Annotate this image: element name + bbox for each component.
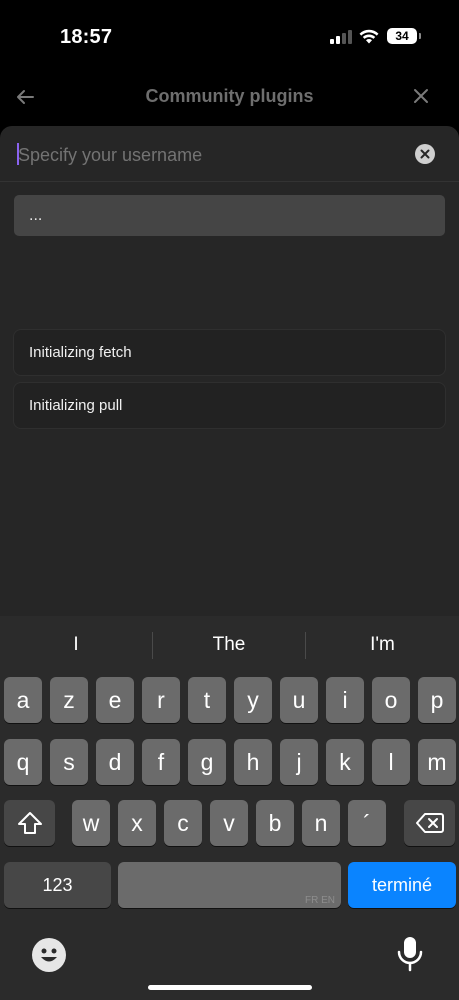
done-key[interactable]: terminé [348, 862, 456, 908]
key-d[interactable]: d [96, 739, 134, 785]
key-h[interactable]: h [234, 739, 272, 785]
key-f[interactable]: f [142, 739, 180, 785]
key-c[interactable]: c [164, 800, 202, 846]
predictive-bar: I The I'm [0, 616, 459, 674]
prediction-item[interactable]: The [153, 616, 305, 674]
clear-x-icon [420, 149, 430, 159]
notice-toast: Initializing fetch [13, 329, 446, 376]
key-v[interactable]: v [210, 800, 248, 846]
key-p[interactable]: p [418, 677, 456, 723]
key-z[interactable]: z [50, 677, 88, 723]
prediction-item[interactable]: I [0, 616, 152, 674]
key-r[interactable]: r [142, 677, 180, 723]
key-accent[interactable]: ´ [348, 800, 386, 846]
key-q[interactable]: q [4, 739, 42, 785]
key-a[interactable]: a [4, 677, 42, 723]
key-x[interactable]: x [118, 800, 156, 846]
battery-icon: 34 [387, 28, 421, 44]
shift-key[interactable] [4, 800, 55, 846]
space-key[interactable]: FR EN [118, 862, 341, 908]
home-indicator[interactable] [148, 985, 312, 990]
username-input[interactable] [18, 142, 398, 168]
wifi-icon [359, 29, 379, 44]
nav-header: Community plugins [0, 72, 459, 122]
space-language-label: FR EN [305, 895, 335, 906]
key-m[interactable]: m [418, 739, 456, 785]
page-title: Community plugins [145, 86, 314, 106]
numbers-key[interactable]: 123 [4, 862, 111, 908]
key-s[interactable]: s [50, 739, 88, 785]
key-n[interactable]: n [302, 800, 340, 846]
key-k[interactable]: k [326, 739, 364, 785]
key-y[interactable]: y [234, 677, 272, 723]
key-b[interactable]: b [256, 800, 294, 846]
status-time: 18:57 [60, 26, 113, 48]
key-u[interactable]: u [280, 677, 318, 723]
cellular-signal-icon [330, 30, 352, 44]
key-j[interactable]: j [280, 739, 318, 785]
key-i[interactable]: i [326, 677, 364, 723]
prompt-input-row [0, 126, 459, 182]
microphone-icon[interactable] [396, 936, 424, 972]
emoji-button[interactable] [32, 938, 66, 972]
shift-icon [17, 812, 42, 834]
backspace-key[interactable] [404, 800, 455, 846]
key-w[interactable]: w [72, 800, 110, 846]
prediction-item[interactable]: I'm [306, 616, 459, 674]
key-t[interactable]: t [188, 677, 226, 723]
key-l[interactable]: l [372, 739, 410, 785]
status-bar: 18:57 34 [0, 0, 459, 72]
backspace-icon [415, 813, 444, 833]
key-o[interactable]: o [372, 677, 410, 723]
close-icon[interactable] [411, 86, 431, 106]
key-g[interactable]: g [188, 739, 226, 785]
emoji-icon [41, 948, 57, 962]
keyboard-bottom-bar [0, 916, 459, 1000]
notice-toast: Initializing pull [13, 382, 446, 429]
key-e[interactable]: e [96, 677, 134, 723]
clear-input-button[interactable] [415, 144, 435, 164]
text-caret [17, 143, 19, 165]
suggestion-item[interactable]: ... [14, 195, 445, 236]
